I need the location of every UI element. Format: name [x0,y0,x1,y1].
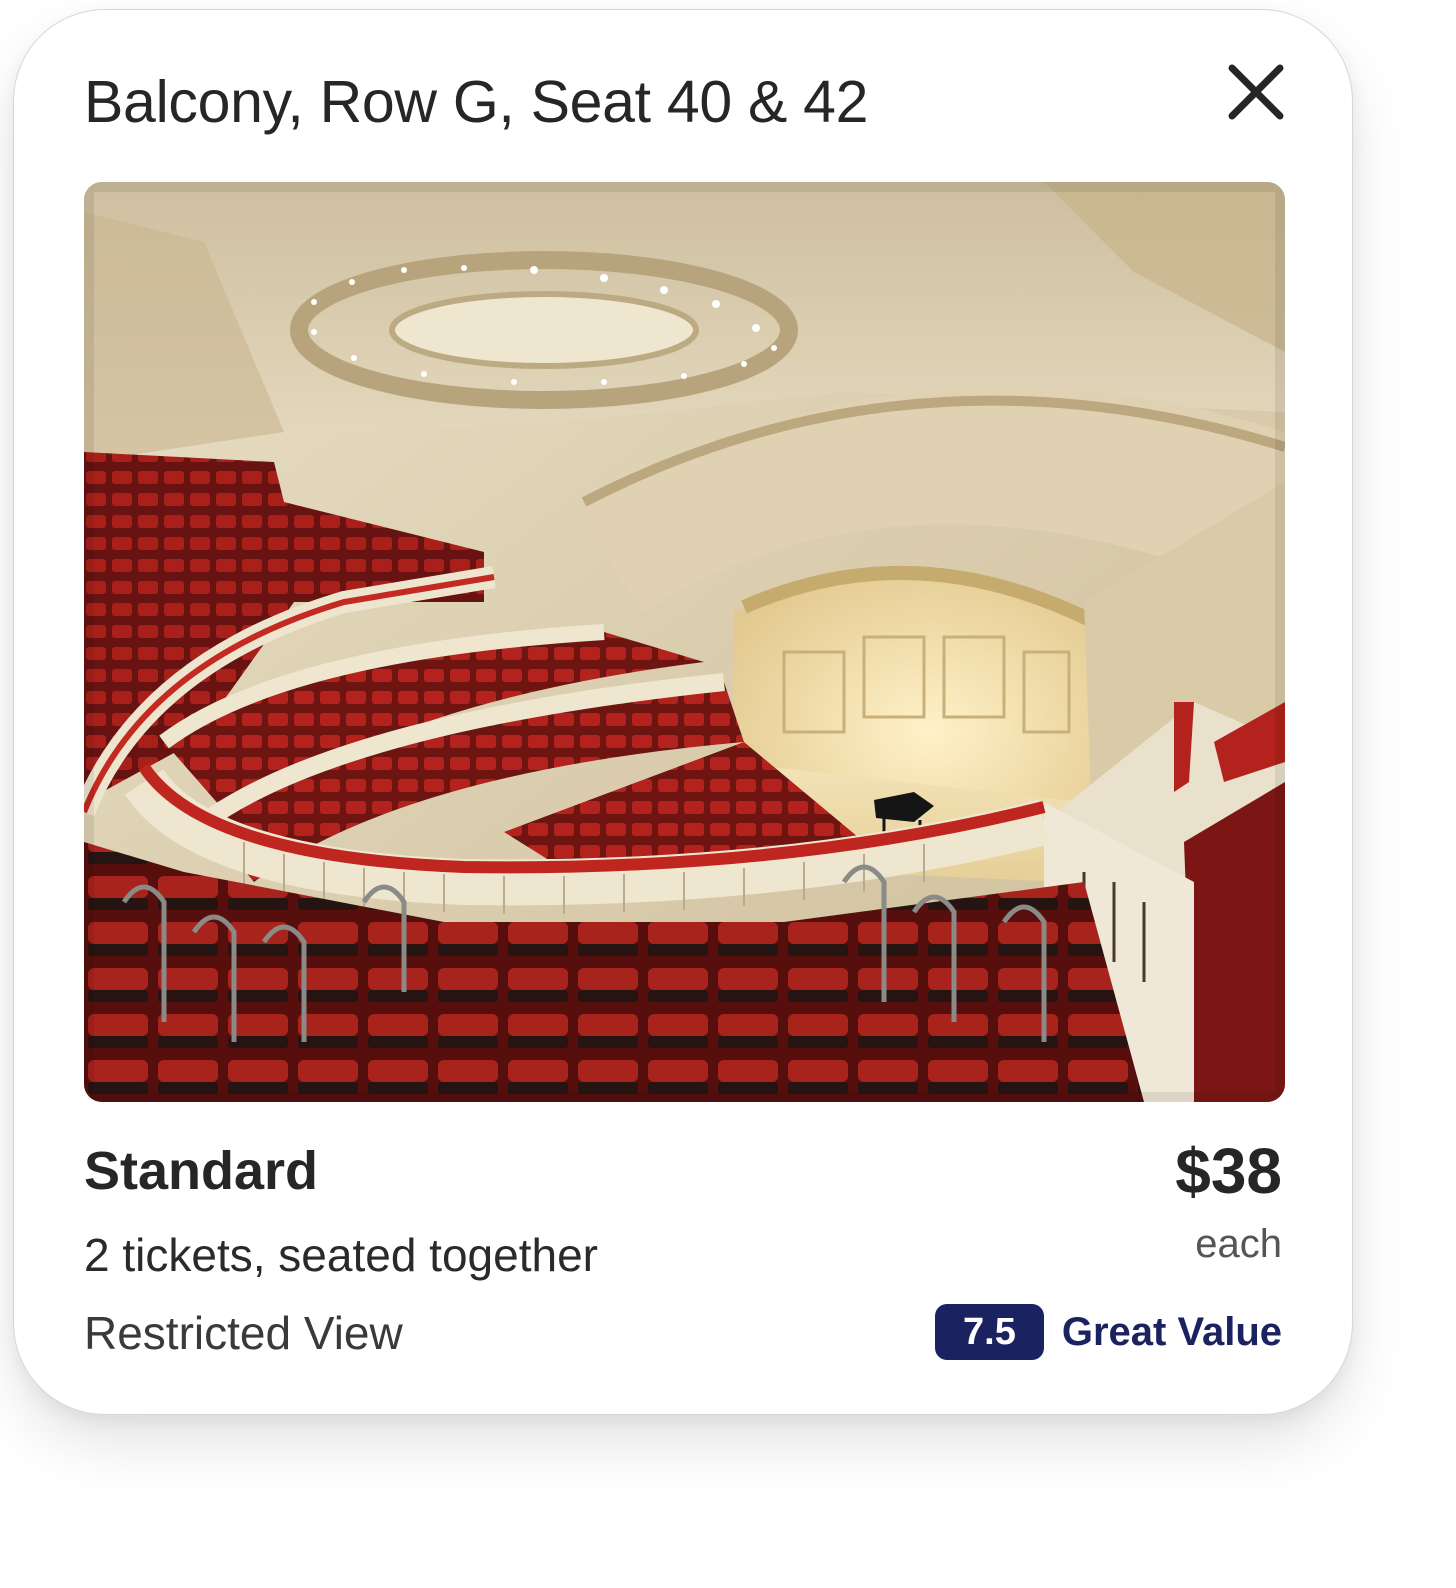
price-unit: each [1195,1222,1282,1266]
close-icon [1228,64,1284,120]
value-rating: 7.5 Great Value [935,1304,1282,1360]
seat-view-photo [84,182,1285,1102]
ticket-summary: 2 tickets, seated together [84,1229,598,1281]
view-restriction: Restricted View [84,1307,403,1359]
ticket-tier: Standard [84,1141,319,1201]
ticket-price: $38 [1175,1135,1282,1207]
seat-details-card: Balcony, Row G, Seat 40 & 42 Standard 2 … [13,9,1353,1415]
seat-location-title: Balcony, Row G, Seat 40 & 42 [84,69,869,135]
rating-score-badge: 7.5 [935,1304,1044,1360]
close-button[interactable] [1220,56,1292,128]
rating-label: Great Value [1061,1309,1282,1354]
